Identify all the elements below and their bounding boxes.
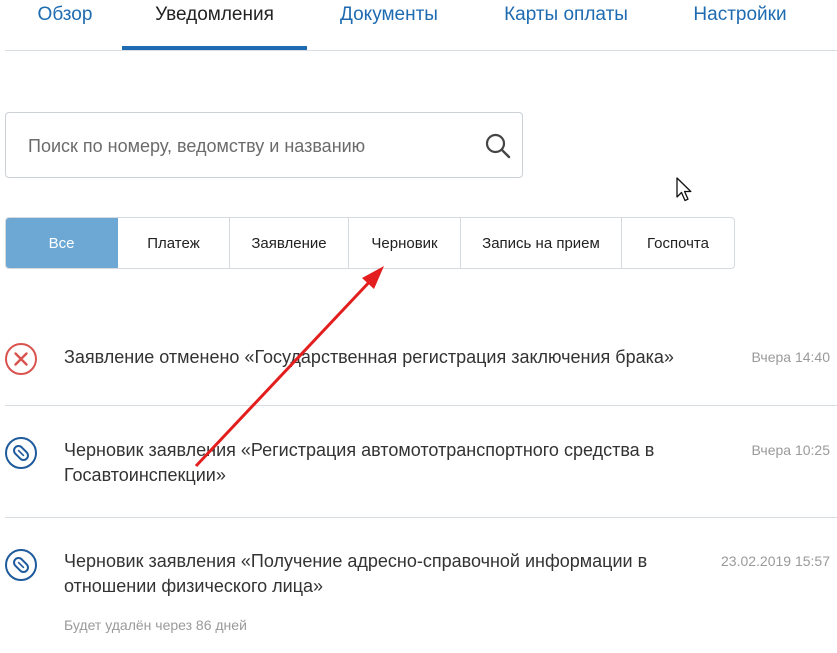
search-icon[interactable] (484, 132, 512, 160)
active-tab-indicator (122, 46, 307, 50)
tab-settings[interactable]: Настройки (690, 4, 790, 50)
cancel-icon (5, 343, 37, 375)
notification-title[interactable]: Черновик заявления «Регистрация автомото… (64, 438, 694, 488)
tab-bar: Обзор Уведомления Документы Карты оплаты… (0, 0, 837, 52)
notification-time: Вчера 10:25 (751, 442, 830, 458)
deletion-notice: Будет удалён через 86 дней (64, 617, 247, 633)
tab-payment-cards[interactable]: Карты оплаты (500, 4, 632, 50)
notification-title[interactable]: Заявление отменено «Государственная реги… (64, 345, 694, 370)
tab-notifications[interactable]: Уведомления (122, 4, 307, 50)
tab-overview[interactable]: Обзор (36, 4, 94, 50)
paperclip-icon (5, 437, 37, 469)
notification-title[interactable]: Черновик заявления «Получение адресно-сп… (64, 549, 694, 599)
filter-appointment[interactable]: Запись на прием (461, 218, 622, 268)
filter-gospochta[interactable]: Госпочта (622, 218, 734, 268)
search-box (5, 112, 523, 179)
paperclip-icon (5, 549, 37, 581)
filter-draft[interactable]: Черновик (349, 218, 461, 268)
tab-divider (5, 50, 837, 51)
filter-application[interactable]: Заявление (230, 218, 349, 268)
filter-all[interactable]: Все (6, 218, 118, 268)
list-divider (5, 517, 837, 518)
notification-time: Вчера 14:40 (751, 349, 830, 365)
search-input[interactable] (26, 113, 470, 179)
notification-time: 23.02.2019 15:57 (721, 553, 830, 569)
tab-documents[interactable]: Документы (336, 4, 442, 50)
filter-payment[interactable]: Платеж (118, 218, 230, 268)
mouse-cursor-icon (676, 177, 692, 202)
notification-filter-group: Все Платеж Заявление Черновик Запись на … (5, 217, 735, 269)
list-divider (5, 405, 837, 406)
